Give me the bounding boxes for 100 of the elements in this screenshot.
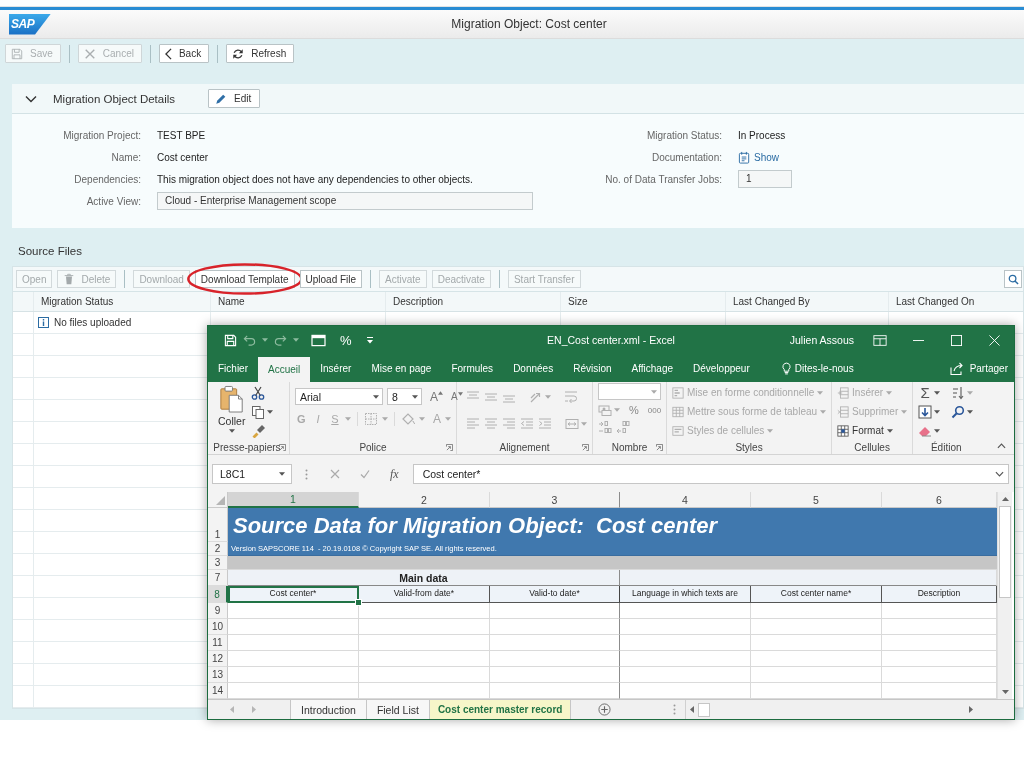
scroll-thumb[interactable]	[698, 702, 711, 717]
column-header[interactable]: Name	[211, 292, 386, 311]
link[interactable]: Show	[738, 150, 779, 164]
paste-button[interactable]: Coller	[218, 382, 246, 440]
sort-icon[interactable]	[951, 386, 966, 400]
column-header[interactable]: 1	[228, 492, 359, 508]
row-header[interactable]: 7	[208, 570, 228, 586]
sheet-tab[interactable]: Cost center master record	[429, 700, 572, 719]
wrap-text-icon[interactable]	[564, 390, 578, 404]
row-header[interactable]: 10	[208, 619, 228, 635]
row-header[interactable]: 8	[208, 586, 228, 603]
field-header-cell[interactable]: Cost center name*	[751, 586, 882, 603]
add-sheet-icon[interactable]	[598, 703, 612, 716]
toolbar-button[interactable]: Download Template	[194, 270, 295, 288]
empty-cell[interactable]	[490, 667, 620, 683]
align-left-icon[interactable]	[466, 417, 480, 431]
chevron-up-icon[interactable]	[997, 443, 1006, 449]
row-header[interactable]: 14	[208, 683, 228, 699]
empty-cell[interactable]	[490, 603, 620, 619]
row-header[interactable]: 3	[208, 556, 228, 570]
empty-cell[interactable]	[490, 619, 620, 635]
copy-icon[interactable]	[251, 405, 266, 419]
input-field[interactable]: Cloud - Enterprise Management scope	[157, 192, 533, 210]
ribbon-tab[interactable]: Développeur	[683, 354, 760, 382]
save-icon[interactable]	[224, 333, 237, 347]
ribbon-command[interactable]: Format	[837, 423, 908, 438]
share-button[interactable]: Partager	[949, 354, 1014, 382]
ribbon-tab[interactable]: Formules	[441, 354, 504, 382]
empty-cell[interactable]	[490, 635, 620, 651]
merge-cells-icon[interactable]	[565, 417, 579, 431]
dialog-launcher-icon[interactable]	[446, 444, 453, 451]
column-header[interactable]: 6	[882, 492, 997, 508]
fill-handle-icon[interactable]	[355, 599, 362, 606]
search-button[interactable]	[1004, 270, 1022, 288]
window-icon[interactable]	[311, 333, 326, 347]
layout-icon[interactable]	[873, 333, 887, 347]
column-header[interactable]: Description	[386, 292, 561, 311]
redo-icon[interactable]	[274, 333, 287, 347]
align-right-icon[interactable]	[502, 417, 516, 431]
customize-icon[interactable]	[365, 336, 374, 344]
decrease-decimal-icon[interactable]	[616, 420, 630, 434]
cancel-icon[interactable]	[330, 469, 340, 479]
row-header[interactable]: 1	[208, 508, 228, 542]
field-header-cell[interactable]: Valid-to date*	[490, 586, 620, 603]
sheet-tab[interactable]: Introduction	[291, 700, 367, 719]
empty-cell[interactable]	[490, 651, 620, 667]
paint-bucket-icon[interactable]	[401, 412, 415, 426]
dialog-launcher-icon[interactable]	[279, 444, 286, 451]
refresh-button[interactable]: Refresh	[226, 44, 295, 63]
column-header[interactable]: 5	[751, 492, 882, 508]
insert-function-button[interactable]: fx	[390, 466, 399, 482]
toolbar-button[interactable]: Upload File	[299, 270, 363, 288]
column-header[interactable]: Migration Status	[34, 292, 211, 311]
ribbon-tab[interactable]: Mise en page	[361, 354, 442, 382]
scissors-icon[interactable]	[251, 386, 266, 400]
shrink-font-button[interactable]: A	[451, 391, 463, 402]
select-all-icon[interactable]	[216, 496, 225, 505]
column-header[interactable]: 2	[359, 492, 490, 508]
brush-icon[interactable]	[251, 424, 266, 438]
row-header[interactable]: 11	[208, 635, 228, 651]
column-header[interactable]: 4	[620, 492, 751, 508]
field-header-cell[interactable]: Cost center*	[228, 586, 359, 603]
autosum-button[interactable]: Σ	[918, 386, 933, 400]
close-icon[interactable]	[989, 334, 1000, 346]
sheet-tab[interactable]: Field List	[366, 700, 430, 719]
row-header[interactable]: 12	[208, 651, 228, 667]
input-field[interactable]: 1	[738, 170, 792, 188]
name-box[interactable]: L8C1	[212, 464, 292, 484]
chevron-down-icon[interactable]	[995, 471, 1004, 477]
ribbon-tab[interactable]: Insérer	[310, 354, 362, 382]
caret-up-icon[interactable]	[1001, 497, 1009, 501]
maximize-icon[interactable]	[951, 334, 962, 346]
currency-icon[interactable]	[598, 403, 612, 417]
borders-icon[interactable]	[364, 412, 379, 426]
align-center-icon[interactable]	[484, 417, 498, 431]
check-icon[interactable]	[360, 469, 370, 479]
field-header-cell[interactable]: Language in which texts are	[620, 586, 751, 603]
user-name[interactable]: Julien Assous	[789, 334, 854, 346]
field-header-cell[interactable]: Valid-from date*	[359, 586, 490, 603]
column-header[interactable]: Size	[561, 292, 726, 311]
font-size-field[interactable]: 8	[387, 388, 422, 405]
column-header[interactable]: 3	[490, 492, 620, 508]
dialog-launcher-icon[interactable]	[656, 444, 663, 451]
caret-right-icon[interactable]	[969, 706, 974, 713]
grow-font-button[interactable]: A	[430, 389, 443, 404]
percent-button[interactable]: %	[340, 332, 352, 348]
column-header[interactable]: Last Changed By	[726, 292, 889, 311]
eraser-icon[interactable]	[918, 424, 933, 438]
search-icon[interactable]	[951, 405, 966, 419]
orientation-icon[interactable]	[529, 390, 543, 404]
align-middle-icon[interactable]	[484, 390, 498, 404]
caret-down-icon[interactable]	[1001, 690, 1009, 694]
row-header[interactable]: 13	[208, 667, 228, 683]
column-header[interactable]: Last Changed On	[889, 292, 1024, 311]
scroll-thumb[interactable]	[999, 506, 1011, 598]
increase-decimal-icon[interactable]	[598, 420, 612, 434]
back-button[interactable]: Back	[158, 44, 210, 63]
ribbon-tab[interactable]: Révision	[563, 354, 622, 382]
ribbon-tab[interactable]: Affichage	[621, 354, 684, 382]
ribbon-tab[interactable]: Données	[503, 354, 564, 382]
